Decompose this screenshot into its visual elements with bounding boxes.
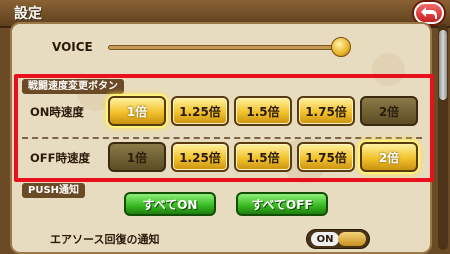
all-off-button[interactable]: すべてOFF: [236, 192, 328, 216]
on-speed-1.5x-button[interactable]: 1.5倍: [234, 96, 292, 126]
on-speed-label: ON時速度: [30, 105, 84, 119]
back-button[interactable]: [414, 2, 444, 24]
off-speed-1.5x-button[interactable]: 1.5倍: [234, 142, 292, 172]
voice-slider[interactable]: [108, 45, 344, 50]
voice-slider-knob[interactable]: [331, 37, 351, 57]
on-speed-1.25x-button[interactable]: 1.25倍: [171, 96, 229, 126]
toggle-knob: [338, 232, 366, 246]
back-arrow-icon: [421, 7, 437, 19]
off-speed-1.75x-button[interactable]: 1.75倍: [297, 142, 355, 172]
scrollbar[interactable]: [438, 24, 448, 250]
voice-label: VOICE: [52, 40, 93, 54]
off-speed-2x-button[interactable]: 2倍: [360, 142, 418, 172]
settings-window: 設定 VOICE 戦闘速度変更ボタン ON時速度 1倍 1.25倍 1.5倍 1…: [0, 0, 450, 254]
on-speed-1x-button[interactable]: 1倍: [108, 96, 166, 126]
toggle-state-label: ON: [311, 232, 339, 246]
speed-section-title: 戦闘速度変更ボタン: [22, 79, 124, 94]
off-speed-1.25x-button[interactable]: 1.25倍: [171, 142, 229, 172]
section-divider: [22, 137, 422, 139]
scroll-thumb[interactable]: [439, 30, 447, 100]
all-on-button[interactable]: すべてON: [124, 192, 216, 216]
push-section-title: PUSH通知: [22, 183, 86, 198]
off-speed-label: OFF時速度: [30, 151, 90, 165]
off-speed-1x-button[interactable]: 1倍: [108, 142, 166, 172]
on-speed-2x-button[interactable]: 2倍: [360, 96, 418, 126]
page-title: 設定: [14, 6, 42, 22]
on-speed-1.75x-button[interactable]: 1.75倍: [297, 96, 355, 126]
stamina-notify-label: エアソース回復の通知: [50, 233, 160, 246]
stamina-notify-toggle[interactable]: ON: [306, 229, 370, 249]
